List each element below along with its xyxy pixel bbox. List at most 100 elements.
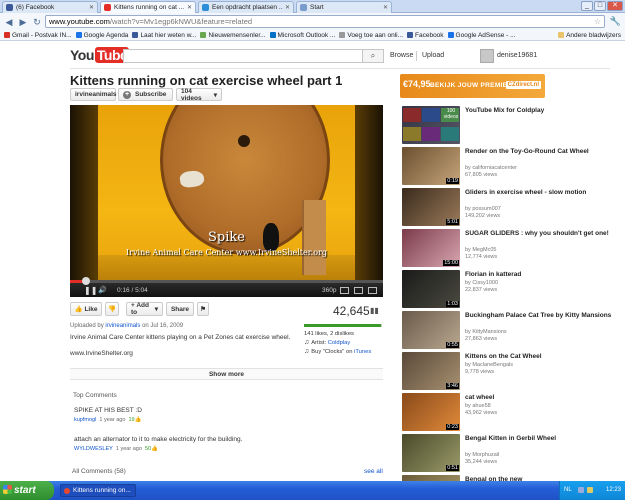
- youtube-logo[interactable]: You Tube: [70, 47, 130, 63]
- related-video-uploader: by MegMc05: [465, 247, 497, 253]
- popout-icon[interactable]: [340, 287, 349, 294]
- tab-youtube[interactable]: Kittens running on cat ... ✕: [100, 1, 196, 13]
- video-thumbnail[interactable]: 100 videos: [402, 106, 460, 144]
- taskbar-item-browser[interactable]: Kittens running on...: [60, 484, 136, 497]
- player-controls: ❚❚ 🔊 0:16 / 5:04 360p: [70, 277, 383, 297]
- dislike-button[interactable]: 👎: [105, 302, 119, 316]
- quality-selector[interactable]: 360p: [322, 287, 336, 294]
- video-player[interactable]: Spike Irvine Animal Care Center www.Irvi…: [70, 105, 383, 297]
- related-video-title[interactable]: Buckingham Palace Cat Tree by Kitty Mans…: [465, 312, 615, 320]
- forward-icon[interactable]: ▶: [17, 16, 29, 28]
- channel-button[interactable]: irvineanimals: [70, 88, 117, 101]
- related-video-item[interactable]: 0:19 Render on the Toy-Go-Round Cat Wheel…: [402, 147, 622, 188]
- search-button[interactable]: ⌕: [362, 49, 384, 63]
- browse-link[interactable]: Browse: [390, 52, 413, 59]
- related-video-uploader: by MaclaneBengals: [465, 362, 514, 368]
- related-video-title[interactable]: SUGAR GLIDERS : why you shouldn't get on…: [465, 230, 615, 238]
- comment-author[interactable]: WYLDWESLEY: [74, 446, 113, 452]
- video-thumbnail[interactable]: 1:03: [402, 270, 460, 308]
- related-video-title[interactable]: cat wheel: [465, 394, 615, 402]
- network-icon[interactable]: [578, 487, 584, 493]
- related-video-item[interactable]: 0:23 cat wheel by ahue58 43,962 views: [402, 393, 622, 434]
- video-thumbnail[interactable]: 15:00: [402, 229, 460, 267]
- maximize-button[interactable]: □: [594, 1, 606, 11]
- related-video-title[interactable]: Render on the Toy-Go-Round Cat Wheel: [465, 148, 615, 156]
- close-window-button[interactable]: ✕: [607, 1, 623, 11]
- start-button[interactable]: start: [0, 481, 54, 500]
- username[interactable]: denise19681: [497, 52, 537, 59]
- close-icon[interactable]: ✕: [285, 4, 290, 11]
- other-bookmarks[interactable]: Andere bladwijzers: [558, 32, 621, 39]
- share-button[interactable]: Share: [166, 302, 194, 316]
- bookmark-star-icon[interactable]: ☆: [594, 17, 601, 26]
- header-separator: [416, 51, 417, 61]
- related-video-item[interactable]: 3:46 Kittens on the Cat Wheel by MaclaneBe…: [402, 352, 622, 393]
- show-more-button[interactable]: Show more: [70, 368, 383, 380]
- volume-tray-icon[interactable]: [587, 487, 593, 493]
- upload-link[interactable]: Upload: [422, 52, 444, 59]
- fullscreen-icon[interactable]: [368, 287, 377, 294]
- related-video-item[interactable]: 0:51 Bengal Kitten in Gerbil Wheel by Morp…: [402, 434, 622, 475]
- video-thumbnail[interactable]: 0:51: [402, 434, 460, 472]
- expand-icon[interactable]: [354, 287, 363, 294]
- uploader-link[interactable]: irvineanimals: [105, 323, 140, 329]
- back-icon[interactable]: ◀: [3, 16, 15, 28]
- related-video-title[interactable]: Kittens on the Cat Wheel: [465, 353, 615, 361]
- bookmark-google-agenda[interactable]: Google Agenda: [75, 32, 128, 39]
- wrench-icon[interactable]: 🔧: [610, 16, 621, 27]
- add-to-button[interactable]: + Add to ▾: [126, 302, 163, 316]
- address-bar[interactable]: www.youtube.com/watch?v=Mv1egp6kNWU&feat…: [45, 15, 605, 28]
- bookmark-facebook[interactable]: Facebook: [407, 32, 444, 39]
- facebook-icon: [6, 4, 13, 11]
- search-input[interactable]: [123, 49, 363, 63]
- related-video-title[interactable]: Florian in katterad: [465, 271, 615, 279]
- related-video-item[interactable]: 100 videos YouTube Mix for Coldplay: [402, 106, 622, 147]
- reload-icon[interactable]: ↻: [31, 16, 43, 28]
- video-thumbnail[interactable]: 3:46: [402, 352, 460, 390]
- bookmark-nieuwemensen[interactable]: Nieuwemensenler...: [200, 32, 266, 39]
- bookmark-voeg-toe[interactable]: Voeg toe aan onli...: [339, 32, 403, 39]
- pause-icon[interactable]: ❚❚: [84, 286, 97, 295]
- close-icon[interactable]: ✕: [187, 4, 192, 11]
- tab-opdracht[interactable]: Een opdracht plaatsen ... ✕: [198, 1, 294, 13]
- thumbs-up-icon[interactable]: 👍: [151, 446, 158, 452]
- progress-handle[interactable]: [81, 277, 90, 285]
- language-indicator[interactable]: NL: [564, 487, 572, 493]
- minimize-button[interactable]: _: [581, 1, 593, 11]
- video-thumbnail[interactable]: 0:23: [402, 393, 460, 431]
- progress-bar[interactable]: [70, 277, 383, 285]
- related-video-item[interactable]: 1:03 Florian in katterad by Cissy1000 22,83…: [402, 270, 622, 311]
- comment-author[interactable]: kupfmogl: [74, 417, 96, 423]
- ad-banner[interactable]: €74,95 BEKIJK JOUW PREMIE CZdirect.nl: [400, 74, 545, 98]
- avatar[interactable]: [480, 49, 494, 63]
- related-video-title[interactable]: YouTube Mix for Coldplay: [465, 107, 615, 115]
- video-thumbnail[interactable]: 0:19: [402, 147, 460, 185]
- itunes-link[interactable]: iTunes: [354, 349, 371, 355]
- volume-icon[interactable]: 🔊: [98, 286, 107, 294]
- related-video-item[interactable]: 15:00 SUGAR GLIDERS : why you shouldn't g…: [402, 229, 622, 270]
- videos-dropdown[interactable]: 104 videos ▾: [176, 88, 222, 102]
- thumbs-up-icon[interactable]: 👍: [135, 417, 142, 423]
- artist-link[interactable]: Coldplay: [328, 340, 351, 346]
- like-button[interactable]: 👍 Like: [70, 302, 102, 316]
- video-thumbnail[interactable]: 0:55: [402, 311, 460, 349]
- tab-start[interactable]: Start ✕: [296, 1, 392, 13]
- video-frame: Spike Irvine Animal Care Center www.Irvi…: [70, 105, 383, 283]
- bookmark-adsense[interactable]: Google AdSense - ...: [447, 32, 516, 39]
- description-link[interactable]: www.IrvineShelter.org: [70, 350, 133, 357]
- tab-facebook[interactable]: (6) Facebook ✕: [2, 1, 98, 13]
- related-video-title[interactable]: Gliders in exercise wheel - slow motion: [465, 189, 615, 197]
- see-all-link[interactable]: see all: [364, 468, 383, 475]
- bookmark-gmail[interactable]: Gmail - Postvak IN...: [4, 32, 72, 39]
- related-video-item[interactable]: 5:01 Gliders in exercise wheel - slow mot…: [402, 188, 622, 229]
- close-icon[interactable]: ✕: [89, 4, 94, 11]
- bookmark-laat-hier-weten[interactable]: Laat hier weten w...: [132, 32, 196, 39]
- close-icon[interactable]: ✕: [383, 4, 388, 11]
- video-thumbnail[interactable]: 5:01: [402, 188, 460, 226]
- related-video-title[interactable]: Bengal Kitten in Gerbil Wheel: [465, 435, 615, 443]
- related-video-item[interactable]: 0:55 Buckingham Palace Cat Tree by Kitty …: [402, 311, 622, 352]
- bookmark-outlook[interactable]: Microsoft Outlook ...: [269, 32, 335, 39]
- stats-icon[interactable]: ▮▮: [370, 306, 379, 315]
- subscribe-button[interactable]: + Subscribe: [118, 88, 173, 101]
- flag-button[interactable]: ⚑: [197, 302, 209, 316]
